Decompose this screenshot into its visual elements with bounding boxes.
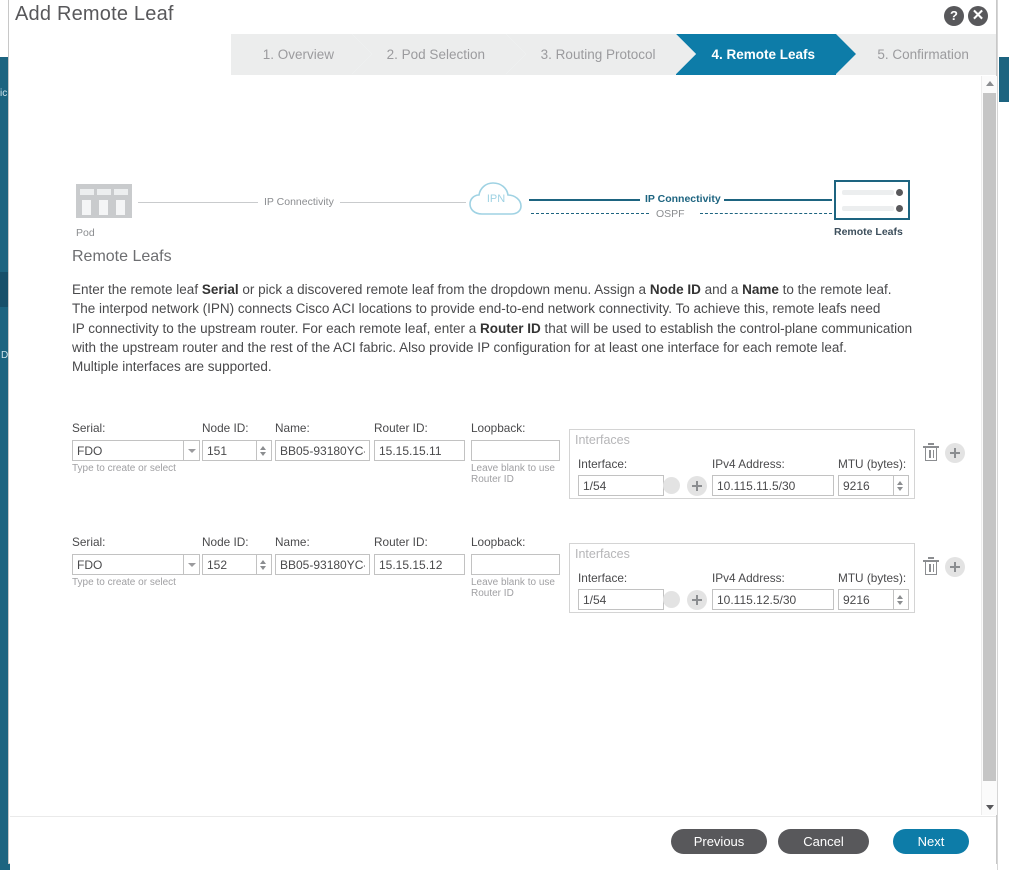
step-remote-leafs[interactable]: 4. Remote Leafs (676, 34, 857, 75)
step-routing-protocol[interactable]: 3. Routing Protocol (505, 34, 697, 75)
topology-ospf-label: OSPF (656, 208, 685, 220)
section-title: Remote Leafs (72, 248, 172, 265)
name-label: Name: (275, 535, 310, 549)
interface-input[interactable] (578, 589, 664, 610)
topology-ospf-dash-right (700, 213, 832, 214)
topology-link-right-b (724, 199, 832, 201)
cancel-button[interactable]: Cancel (778, 829, 869, 854)
interfaces-panel-title: Interfaces (575, 547, 630, 561)
topology-link-left-a (138, 202, 258, 203)
loopback-label: Loopback: (471, 535, 526, 549)
desc-name-bold: Name (742, 282, 779, 297)
background-right-divider (997, 0, 998, 870)
background-right-strip (999, 57, 1009, 102)
ipn-label: IPN (486, 193, 506, 205)
scroll-down-arrow-icon[interactable] (982, 800, 997, 815)
loopback-input[interactable] (471, 554, 560, 575)
topology-ospf-dash-left (531, 213, 649, 214)
wizard-stepper: 1. Overview 2. Pod Selection 3. Routing … (231, 34, 997, 75)
desc-serial-bold: Serial (201, 282, 239, 297)
loopback-input[interactable] (471, 440, 560, 461)
pod-icon (76, 184, 132, 218)
step-label: 5. Confirmation (877, 47, 969, 62)
remote-leafs-icon (834, 180, 910, 220)
dialog-content: Pod IP Connectivity IPN IP Connectivity … (10, 75, 976, 815)
page-title: Add Remote Leaf (15, 3, 174, 25)
node-id-stepper[interactable] (257, 554, 272, 575)
serial-label: Serial: (72, 535, 106, 549)
desc-nodeid-bold: Node ID (649, 282, 701, 297)
close-icon[interactable]: ✕ (968, 6, 988, 26)
step-pod-selection[interactable]: 2. Pod Selection (351, 34, 526, 75)
serial-dropdown-chevron-down-icon[interactable] (184, 440, 200, 461)
node-id-label: Node ID: (202, 421, 249, 435)
desc-line1-a: Enter the remote leaf (72, 282, 202, 297)
serial-label: Serial: (72, 421, 106, 435)
desc-line3-a: IP connectivity to the upstream router. … (72, 320, 480, 336)
add-interface-button[interactable] (687, 590, 707, 610)
topology-link-right-a (529, 199, 640, 201)
desc-routerid-bold: Router ID (479, 320, 541, 336)
interface-label: Interface: (578, 571, 628, 585)
topology-link-left-b (340, 202, 466, 203)
router-id-label: Router ID: (374, 535, 428, 549)
desc-line1-g: to the remote leaf. (778, 282, 892, 297)
loopback-hint-line1: Leave blank to use (471, 577, 555, 588)
topology-right-link-label: IP Connectivity (645, 193, 721, 205)
scroll-up-arrow-icon[interactable] (982, 76, 997, 91)
serial-input[interactable] (72, 440, 184, 461)
step-label: 2. Pod Selection (386, 47, 485, 62)
ipv4-address-label: IPv4 Address: (712, 571, 785, 585)
desc-line1-e: and a (700, 282, 743, 297)
dialog-footer: Previous Cancel Next (10, 816, 996, 864)
node-id-input[interactable] (202, 440, 257, 461)
step-confirmation[interactable]: 5. Confirmation (836, 34, 997, 75)
interfaces-panel: Interfaces Interface: IPv4 Address: MTU … (569, 543, 915, 613)
add-row-button[interactable] (945, 557, 965, 577)
add-remote-leaf-dialog: Add Remote Leaf ? ✕ 1. Overview 2. Pod S… (8, 0, 997, 864)
scrollbar-thumb[interactable] (983, 93, 996, 781)
topology-left-link-label: IP Connectivity (264, 196, 334, 208)
name-input[interactable] (275, 554, 370, 575)
desc-line3-c: that will be used to establish the contr… (540, 320, 913, 336)
name-input[interactable] (275, 440, 370, 461)
mtu-label: MTU (bytes): (838, 571, 907, 585)
name-label: Name: (275, 421, 310, 435)
desc-line1-c: or pick a discovered remote leaf from th… (238, 282, 650, 297)
step-label: 1. Overview (262, 47, 335, 62)
pod-label: Pod (76, 227, 95, 239)
remote-leaf-row: Serial: Type to create or select Node ID… (10, 459, 976, 613)
step-label: 3. Routing Protocol (540, 47, 656, 62)
remote-leaf-row: Serial: Type to create or select Node ID… (10, 345, 976, 499)
next-button[interactable]: Next (893, 829, 969, 854)
interfaces-panel-title: Interfaces (575, 433, 630, 447)
delete-row-trash-icon[interactable] (921, 557, 941, 577)
help-icon[interactable]: ? (944, 6, 964, 26)
step-overview[interactable]: 1. Overview (231, 34, 372, 75)
interface-status-dot-icon[interactable] (663, 591, 680, 608)
content-scrollbar[interactable] (981, 76, 997, 815)
remote-leafs-label: Remote Leafs (834, 226, 903, 238)
router-id-input[interactable] (374, 554, 465, 575)
step-label: 4. Remote Leafs (711, 47, 816, 62)
previous-button[interactable]: Previous (671, 829, 767, 854)
mtu-stepper[interactable] (894, 589, 909, 610)
router-id-label: Router ID: (374, 421, 428, 435)
node-id-input[interactable] (202, 554, 257, 575)
desc-line2: The interpod network (IPN) connects Cisc… (72, 301, 881, 317)
serial-hint: Type to create or select (72, 577, 176, 588)
serial-input[interactable] (72, 554, 184, 575)
loopback-hint-line2: Router ID (471, 588, 514, 599)
mtu-input[interactable] (838, 589, 894, 610)
ipv4-address-input[interactable] (712, 589, 834, 610)
serial-dropdown-chevron-down-icon[interactable] (184, 554, 200, 575)
node-id-stepper[interactable] (257, 440, 272, 461)
router-id-input[interactable] (374, 440, 465, 461)
node-id-label: Node ID: (202, 535, 249, 549)
dialog-body: Pod IP Connectivity IPN IP Connectivity … (10, 75, 996, 815)
loopback-label: Loopback: (471, 421, 526, 435)
